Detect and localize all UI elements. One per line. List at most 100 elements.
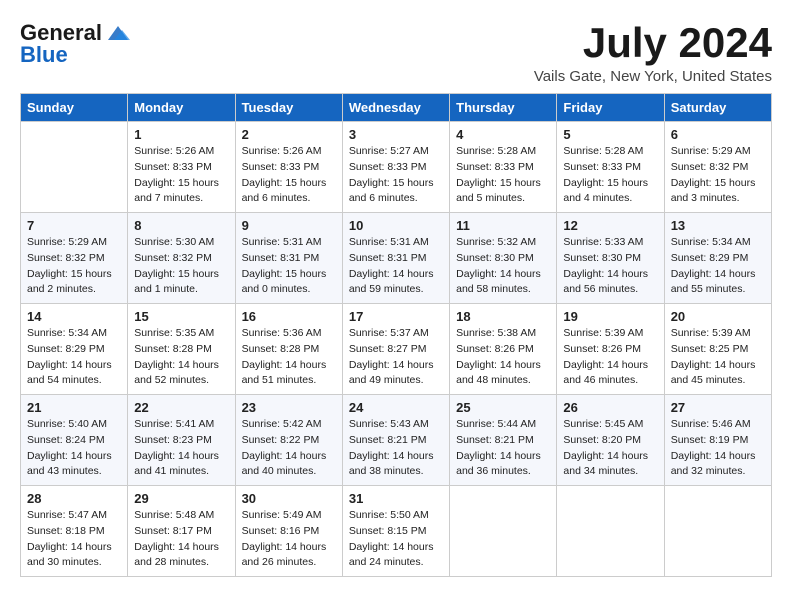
calendar-cell: 1 Sunrise: 5:26 AMSunset: 8:33 PMDaylight… — [128, 122, 235, 213]
logo: General Blue — [20, 20, 132, 68]
calendar-cell: 5 Sunrise: 5:28 AMSunset: 8:33 PMDaylight… — [557, 122, 664, 213]
calendar-cell: 9 Sunrise: 5:31 AMSunset: 8:31 PMDaylight… — [235, 213, 342, 304]
day-info: Sunrise: 5:39 AMSunset: 8:25 PMDaylight:… — [671, 326, 765, 389]
day-number: 29 — [134, 491, 228, 506]
calendar-table: SundayMondayTuesdayWednesdayThursdayFrid… — [20, 93, 772, 577]
calendar-cell: 13 Sunrise: 5:34 AMSunset: 8:29 PMDayligh… — [664, 213, 771, 304]
header-wednesday: Wednesday — [342, 94, 449, 122]
week-row-1: 1 Sunrise: 5:26 AMSunset: 8:33 PMDaylight… — [21, 122, 772, 213]
page-header: General Blue July 2024 Vails Gate, New Y… — [20, 20, 772, 85]
day-number: 1 — [134, 127, 228, 142]
day-number: 3 — [349, 127, 443, 142]
calendar-cell: 11Sunrise: 5:32 AMSunset: 8:30 PMDayligh… — [450, 213, 557, 304]
calendar-cell: 15 Sunrise: 5:35 AMSunset: 8:28 PMDayligh… — [128, 304, 235, 395]
day-number: 31 — [349, 491, 443, 506]
day-info: Sunrise: 5:42 AMSunset: 8:22 PMDaylight:… — [242, 417, 336, 480]
day-info: Sunrise: 5:33 AMSunset: 8:30 PMDaylight:… — [563, 235, 657, 298]
day-info: Sunrise: 5:29 AMSunset: 8:32 PMDaylight:… — [671, 144, 765, 207]
calendar-cell: 2 Sunrise: 5:26 AMSunset: 8:33 PMDaylight… — [235, 122, 342, 213]
day-info: Sunrise: 5:34 AMSunset: 8:29 PMDaylight:… — [671, 235, 765, 298]
calendar-cell: 29 Sunrise: 5:48 AMSunset: 8:17 PMDayligh… — [128, 486, 235, 577]
day-info: Sunrise: 5:28 AMSunset: 8:33 PMDaylight:… — [456, 144, 550, 207]
calendar-cell: 8 Sunrise: 5:30 AMSunset: 8:32 PMDaylight… — [128, 213, 235, 304]
week-row-3: 14 Sunrise: 5:34 AMSunset: 8:29 PMDayligh… — [21, 304, 772, 395]
day-number: 8 — [134, 218, 228, 233]
day-info: Sunrise: 5:34 AMSunset: 8:29 PMDaylight:… — [27, 326, 121, 389]
calendar-cell: 24Sunrise: 5:43 AMSunset: 8:21 PMDayligh… — [342, 395, 449, 486]
day-number: 15 — [134, 309, 228, 324]
day-number: 2 — [242, 127, 336, 142]
calendar-cell — [21, 122, 128, 213]
day-number: 27 — [671, 400, 765, 415]
calendar-cell: 4 Sunrise: 5:28 AMSunset: 8:33 PMDaylight… — [450, 122, 557, 213]
calendar-cell: 26 Sunrise: 5:45 AMSunset: 8:20 PMDayligh… — [557, 395, 664, 486]
day-info: Sunrise: 5:36 AMSunset: 8:28 PMDaylight:… — [242, 326, 336, 389]
day-info: Sunrise: 5:29 AMSunset: 8:32 PMDaylight:… — [27, 235, 121, 298]
day-number: 22 — [134, 400, 228, 415]
calendar-cell: 3 Sunrise: 5:27 AMSunset: 8:33 PMDaylight… — [342, 122, 449, 213]
logo-blue: Blue — [20, 42, 68, 68]
calendar-header-row: SundayMondayTuesdayWednesdayThursdayFrid… — [21, 94, 772, 122]
day-info: Sunrise: 5:30 AMSunset: 8:32 PMDaylight:… — [134, 235, 228, 298]
day-info: Sunrise: 5:37 AMSunset: 8:27 PMDaylight:… — [349, 326, 443, 389]
calendar-cell: 7 Sunrise: 5:29 AMSunset: 8:32 PMDaylight… — [21, 213, 128, 304]
day-info: Sunrise: 5:50 AMSunset: 8:15 PMDaylight:… — [349, 508, 443, 571]
header-friday: Friday — [557, 94, 664, 122]
day-number: 17 — [349, 309, 443, 324]
day-number: 10 — [349, 218, 443, 233]
day-number: 4 — [456, 127, 550, 142]
day-info: Sunrise: 5:27 AMSunset: 8:33 PMDaylight:… — [349, 144, 443, 207]
calendar-cell — [450, 486, 557, 577]
calendar-cell: 28 Sunrise: 5:47 AMSunset: 8:18 PMDayligh… — [21, 486, 128, 577]
calendar-cell — [557, 486, 664, 577]
month-title: July 2024 — [534, 20, 772, 66]
day-info: Sunrise: 5:31 AMSunset: 8:31 PMDaylight:… — [349, 235, 443, 298]
day-info: Sunrise: 5:40 AMSunset: 8:24 PMDaylight:… — [27, 417, 121, 480]
header-saturday: Saturday — [664, 94, 771, 122]
day-number: 11 — [456, 218, 550, 233]
calendar-cell: 10 Sunrise: 5:31 AMSunset: 8:31 PMDayligh… — [342, 213, 449, 304]
logo-icon — [104, 22, 132, 44]
day-number: 13 — [671, 218, 765, 233]
calendar-cell: 23 Sunrise: 5:42 AMSunset: 8:22 PMDayligh… — [235, 395, 342, 486]
calendar-cell: 21Sunrise: 5:40 AMSunset: 8:24 PMDayligh… — [21, 395, 128, 486]
day-number: 25 — [456, 400, 550, 415]
day-info: Sunrise: 5:49 AMSunset: 8:16 PMDaylight:… — [242, 508, 336, 571]
day-info: Sunrise: 5:45 AMSunset: 8:20 PMDaylight:… — [563, 417, 657, 480]
day-info: Sunrise: 5:47 AMSunset: 8:18 PMDaylight:… — [27, 508, 121, 571]
location: Vails Gate, New York, United States — [534, 68, 772, 85]
day-info: Sunrise: 5:39 AMSunset: 8:26 PMDaylight:… — [563, 326, 657, 389]
day-info: Sunrise: 5:31 AMSunset: 8:31 PMDaylight:… — [242, 235, 336, 298]
day-number: 28 — [27, 491, 121, 506]
day-number: 30 — [242, 491, 336, 506]
calendar-cell: 19 Sunrise: 5:39 AMSunset: 8:26 PMDayligh… — [557, 304, 664, 395]
day-number: 20 — [671, 309, 765, 324]
day-number: 6 — [671, 127, 765, 142]
calendar-cell — [664, 486, 771, 577]
calendar-cell: 12 Sunrise: 5:33 AMSunset: 8:30 PMDayligh… — [557, 213, 664, 304]
day-number: 19 — [563, 309, 657, 324]
day-info: Sunrise: 5:28 AMSunset: 8:33 PMDaylight:… — [563, 144, 657, 207]
calendar-cell: 30 Sunrise: 5:49 AMSunset: 8:16 PMDayligh… — [235, 486, 342, 577]
day-number: 14 — [27, 309, 121, 324]
day-number: 7 — [27, 218, 121, 233]
header-thursday: Thursday — [450, 94, 557, 122]
calendar-cell: 6 Sunrise: 5:29 AMSunset: 8:32 PMDaylight… — [664, 122, 771, 213]
day-info: Sunrise: 5:38 AMSunset: 8:26 PMDaylight:… — [456, 326, 550, 389]
calendar-cell: 22 Sunrise: 5:41 AMSunset: 8:23 PMDayligh… — [128, 395, 235, 486]
week-row-2: 7 Sunrise: 5:29 AMSunset: 8:32 PMDaylight… — [21, 213, 772, 304]
day-number: 26 — [563, 400, 657, 415]
calendar-cell: 20 Sunrise: 5:39 AMSunset: 8:25 PMDayligh… — [664, 304, 771, 395]
day-info: Sunrise: 5:26 AMSunset: 8:33 PMDaylight:… — [134, 144, 228, 207]
day-info: Sunrise: 5:43 AMSunset: 8:21 PMDaylight:… — [349, 417, 443, 480]
day-number: 9 — [242, 218, 336, 233]
day-info: Sunrise: 5:48 AMSunset: 8:17 PMDaylight:… — [134, 508, 228, 571]
day-info: Sunrise: 5:41 AMSunset: 8:23 PMDaylight:… — [134, 417, 228, 480]
calendar-cell: 27Sunrise: 5:46 AMSunset: 8:19 PMDayligh… — [664, 395, 771, 486]
header-sunday: Sunday — [21, 94, 128, 122]
day-info: Sunrise: 5:35 AMSunset: 8:28 PMDaylight:… — [134, 326, 228, 389]
day-number: 12 — [563, 218, 657, 233]
day-number: 5 — [563, 127, 657, 142]
day-number: 23 — [242, 400, 336, 415]
day-info: Sunrise: 5:26 AMSunset: 8:33 PMDaylight:… — [242, 144, 336, 207]
